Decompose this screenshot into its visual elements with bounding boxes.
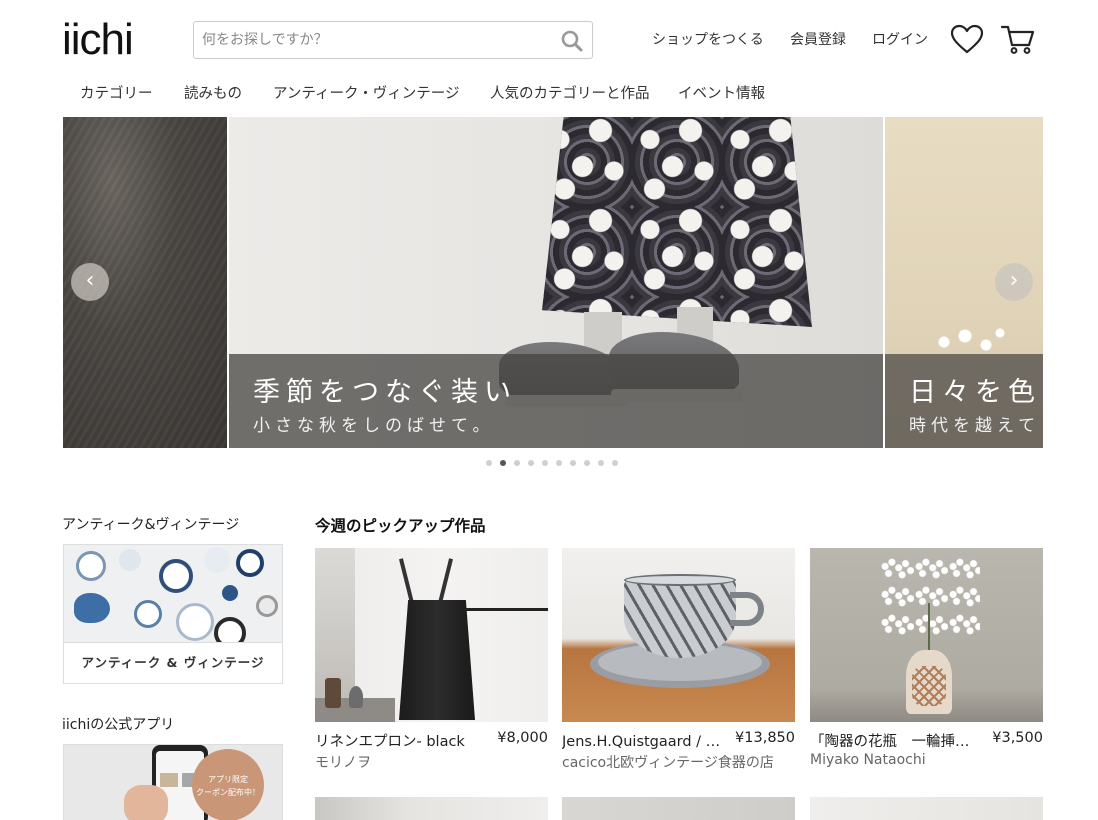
antique-banner-image (64, 545, 282, 642)
coupon-badge-line2: クーポン配布中！ (196, 788, 260, 797)
carousel-next-button[interactable]: › (995, 263, 1033, 301)
antique-vintage-banner[interactable]: アンティーク & ヴィンテージ (63, 544, 283, 684)
hero-carousel: 季節をつなぐ装い 小さな秋をしのばせて。 日々を色 時代を越えて ‹ › (63, 117, 1043, 448)
shop-name[interactable]: モリノヲ (315, 752, 548, 772)
slide-title: 日々を色 (909, 377, 1041, 408)
product-card-partial[interactable] (315, 797, 548, 820)
carousel-dot[interactable] (514, 460, 520, 466)
nav-readings[interactable]: 読みもの (184, 82, 242, 103)
carousel-dot[interactable] (528, 460, 534, 466)
product-image (315, 548, 548, 722)
carousel-dot[interactable] (570, 460, 576, 466)
cart-icon[interactable] (1000, 23, 1036, 59)
carousel-dot[interactable] (584, 460, 590, 466)
sidebar-antique-title: アンティーク&ヴィンテージ (62, 517, 240, 533)
product-card[interactable]: リネンエプロン- black ¥8,000 モリノヲ (315, 548, 548, 778)
coupon-badge: アプリ限定 クーポン配布中！ (192, 749, 264, 820)
carousel-dot[interactable] (500, 460, 506, 466)
nav-popular[interactable]: 人気のカテゴリーと作品 (490, 82, 650, 103)
heart-icon[interactable] (950, 24, 984, 58)
search-box (193, 21, 593, 59)
login-link[interactable]: ログイン (872, 29, 928, 49)
product-card[interactable]: 「陶器の花瓶 一輪挿し… ¥3,500 Miyako Nataochi (810, 548, 1043, 778)
product-card-partial[interactable] (810, 797, 1043, 820)
carousel-pagination (486, 460, 626, 468)
slide-image (937, 327, 1007, 357)
site-logo[interactable]: iichi (62, 16, 134, 64)
product-image (810, 548, 1043, 722)
register-link[interactable]: 会員登録 (790, 29, 846, 49)
create-shop-link[interactable]: ショップをつくる (652, 29, 764, 49)
coupon-badge-line1: アプリ限定 (208, 775, 248, 784)
slide-caption: 季節をつなぐ装い 小さな秋をしのばせて。 (229, 354, 883, 448)
carousel-dot[interactable] (542, 460, 548, 466)
product-name[interactable]: Jens.H.Quistgaard / イ… (562, 730, 734, 751)
shop-name[interactable]: Miyako Nataochi (810, 752, 1043, 768)
sidebar-app-title: iichiの公式アプリ (62, 717, 175, 733)
product-price: ¥13,850 (735, 730, 795, 746)
product-name[interactable]: 「陶器の花瓶 一輪挿し… (810, 730, 982, 751)
pickup-section-title: 今週のピックアップ作品 (315, 517, 486, 535)
carousel-dot[interactable] (556, 460, 562, 466)
product-price: ¥3,500 (992, 730, 1043, 746)
product-name[interactable]: リネンエプロン- black (315, 730, 487, 751)
carousel-dot[interactable] (486, 460, 492, 466)
nav-antique-vintage[interactable]: アンティーク・ヴィンテージ (273, 82, 459, 103)
search-input[interactable] (202, 28, 552, 52)
carousel-dot[interactable] (612, 460, 618, 466)
carousel-prev-button[interactable]: ‹ (71, 263, 109, 301)
slide-subtitle: 小さな秋をしのばせて。 (253, 416, 495, 436)
app-banner-image: アプリ限定 クーポン配布中！ (64, 745, 282, 820)
antique-banner-label: アンティーク & ヴィンテージ (64, 642, 282, 683)
slide-image (542, 117, 812, 327)
search-icon[interactable] (560, 29, 584, 53)
product-card[interactable]: Jens.H.Quistgaard / イ… ¥13,850 cacico北欧ヴ… (562, 548, 795, 778)
official-app-banner[interactable]: アプリ限定 クーポン配布中！ (63, 744, 283, 820)
chevron-right-icon: › (1009, 268, 1019, 293)
nav-events[interactable]: イベント情報 (678, 82, 765, 103)
shop-name[interactable]: cacico北欧ヴィンテージ食器の店 (562, 752, 795, 772)
product-card-partial[interactable] (562, 797, 795, 820)
slide-title: 季節をつなぐ装い (253, 377, 517, 408)
nav-category[interactable]: カテゴリー (80, 82, 153, 103)
slide-subtitle: 時代を越えて (909, 416, 1041, 436)
carousel-dot[interactable] (598, 460, 604, 466)
carousel-slide-current[interactable]: 季節をつなぐ装い 小さな秋をしのばせて。 (229, 117, 883, 448)
slide-caption: 日々を色 時代を越えて (885, 354, 1043, 448)
chevron-left-icon: ‹ (85, 268, 95, 293)
product-price: ¥8,000 (497, 730, 548, 746)
product-image (562, 548, 795, 722)
